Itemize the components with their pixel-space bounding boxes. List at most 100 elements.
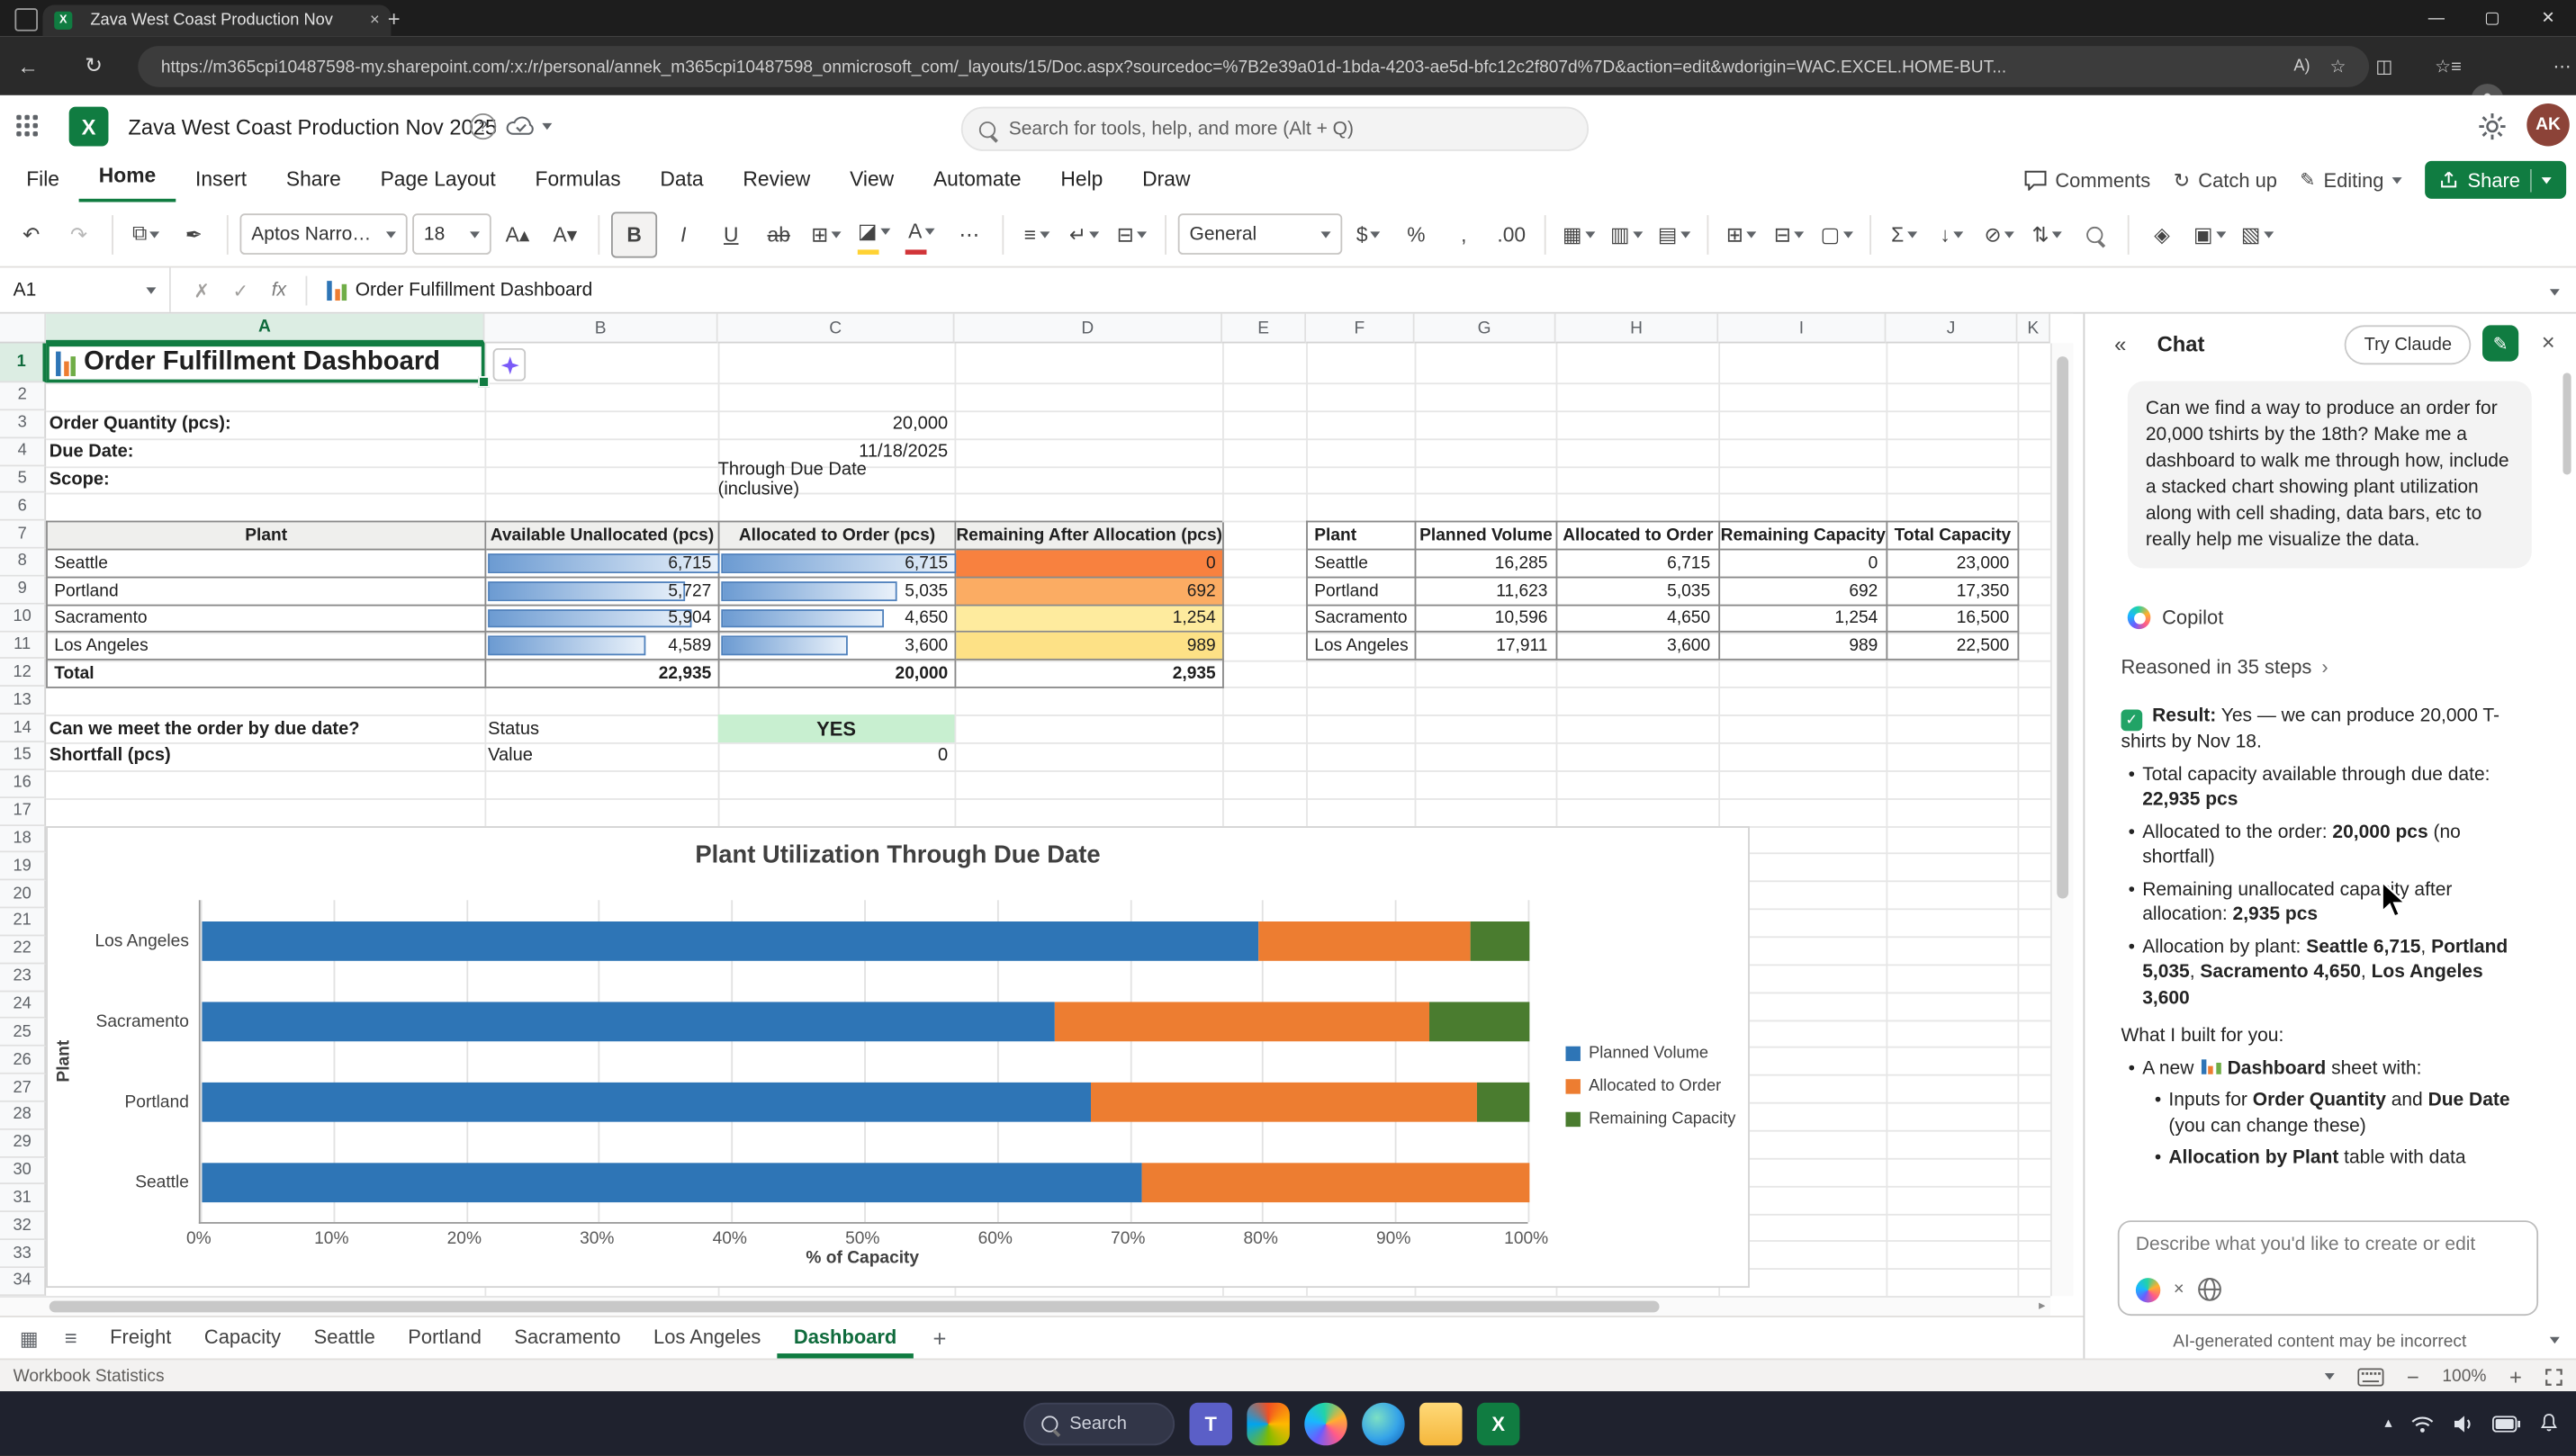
select-all-corner[interactable]	[0, 314, 46, 344]
browser-app-icon[interactable]	[14, 8, 38, 31]
maximize-button[interactable]: ▢	[2464, 0, 2520, 36]
row-header-3[interactable]: 3	[0, 410, 46, 438]
row-header-27[interactable]: 27	[0, 1074, 46, 1102]
sheet-tab-freight[interactable]: Freight	[94, 1317, 188, 1359]
allocated-cell[interactable]: 6,715	[719, 550, 956, 578]
copilot-icon[interactable]	[1304, 1402, 1347, 1444]
borders-button[interactable]: ⊞	[805, 212, 847, 255]
column-header-A[interactable]: A	[46, 314, 484, 344]
remove-context-icon[interactable]: ×	[2174, 1280, 2184, 1299]
remaining-cell[interactable]: 0	[956, 550, 1224, 578]
format-as-table-button[interactable]: ▥	[1605, 212, 1647, 255]
capacity-value-cell[interactable]: 17,350	[1887, 578, 2019, 606]
available-cell[interactable]: 5,727	[486, 578, 719, 606]
sort-filter-button[interactable]: ⇅	[2026, 212, 2068, 255]
column-header-D[interactable]: D	[954, 314, 1222, 344]
copilot-mode-icon[interactable]	[2136, 1277, 2160, 1301]
excel-logo-icon[interactable]: X	[69, 107, 109, 147]
favorites-icon[interactable]: ☆≡	[2435, 55, 2462, 76]
capacity-value-cell[interactable]: 11,623	[1416, 578, 1557, 606]
merge-button[interactable]: ⊟	[1111, 212, 1153, 255]
menu-tab-help[interactable]: Help	[1041, 158, 1123, 201]
column-header-E[interactable]: E	[1222, 314, 1306, 344]
row-header-9[interactable]: 9	[0, 577, 46, 605]
horizontal-scrollbar[interactable]: ▸	[0, 1296, 2050, 1316]
strikethrough-button[interactable]: ab	[757, 212, 799, 255]
menu-tab-share[interactable]: Share	[266, 158, 361, 201]
total-available-cell[interactable]: 22,935	[486, 661, 719, 688]
autosum-button[interactable]: Σ	[1883, 212, 1925, 255]
web-globe-icon[interactable]	[2197, 1276, 2223, 1302]
capacity-value-cell[interactable]: 16,285	[1416, 550, 1557, 578]
redo-button[interactable]: ↷	[58, 212, 100, 255]
capacity-value-cell[interactable]: 4,650	[1557, 606, 1720, 634]
workbook-statistics-button[interactable]: Workbook Statistics	[14, 1366, 165, 1386]
row-header-10[interactable]: 10	[0, 604, 46, 632]
row-header-28[interactable]: 28	[0, 1102, 46, 1130]
increase-font-button[interactable]: A▴	[496, 212, 538, 255]
row-header-17[interactable]: 17	[0, 797, 46, 825]
row-header-26[interactable]: 26	[0, 1047, 46, 1074]
menu-tab-draw[interactable]: Draw	[1122, 158, 1210, 201]
cell-styles-button[interactable]: ▤	[1653, 212, 1695, 255]
taskbar-search[interactable]: Search	[1023, 1402, 1175, 1444]
row-header-12[interactable]: 12	[0, 660, 46, 688]
row-header-15[interactable]: 15	[0, 742, 46, 770]
allocation-header[interactable]: Plant	[48, 522, 486, 550]
column-header-G[interactable]: G	[1415, 314, 1556, 344]
fullscreen-icon[interactable]	[2544, 1368, 2562, 1386]
column-header-I[interactable]: I	[1718, 314, 1886, 344]
file-explorer-icon[interactable]	[1419, 1402, 1462, 1444]
new-chat-button[interactable]: ✎	[2482, 325, 2518, 361]
total-allocated-cell[interactable]: 20,000	[719, 661, 956, 688]
scroll-right-icon[interactable]: ▸	[2039, 1298, 2045, 1312]
row-header-1[interactable]: 1	[0, 343, 46, 382]
format-painter-button[interactable]: ✒	[173, 212, 215, 255]
question-label[interactable]: Can we meet the order by due date?	[50, 715, 360, 742]
capacity-header[interactable]: Total Capacity	[1887, 522, 2019, 550]
back-icon[interactable]: ←	[6, 53, 49, 77]
close-window-button[interactable]: ✕	[2520, 0, 2576, 36]
capacity-header[interactable]: Plant	[1308, 522, 1416, 550]
row-header-6[interactable]: 6	[0, 493, 46, 521]
allocation-header[interactable]: Remaining After Allocation (pcs)	[956, 522, 1224, 550]
row-header-19[interactable]: 19	[0, 853, 46, 881]
align-button[interactable]: ≡	[1015, 212, 1058, 255]
more-font-options-button[interactable]: ⋯	[948, 212, 990, 255]
capacity-value-cell[interactable]: 1,254	[1720, 606, 1887, 634]
decrease-font-button[interactable]: A▾	[544, 212, 586, 255]
dashboard-title-cell[interactable]: Order Fulfillment Dashboard	[56, 346, 440, 380]
row-header-8[interactable]: 8	[0, 549, 46, 577]
row-header-31[interactable]: 31	[0, 1185, 46, 1213]
decimal-button[interactable]: .00	[1491, 212, 1533, 255]
remaining-cell[interactable]: 989	[956, 633, 1224, 661]
row-header-21[interactable]: 21	[0, 908, 46, 936]
teams-icon[interactable]: T	[1190, 1402, 1232, 1444]
plant-cell[interactable]: Portland	[1308, 578, 1416, 606]
row-header-4[interactable]: 4	[0, 438, 46, 466]
plant-cell[interactable]: Portland	[48, 578, 486, 606]
row-header-24[interactable]: 24	[0, 992, 46, 1020]
sheet-tab-portland[interactable]: Portland	[392, 1317, 498, 1359]
capacity-value-cell[interactable]: 6,715	[1557, 550, 1720, 578]
battery-icon[interactable]	[2492, 1415, 2520, 1431]
capacity-header[interactable]: Allocated to Order	[1557, 522, 1720, 550]
menu-tab-insert[interactable]: Insert	[176, 158, 266, 201]
allocated-cell[interactable]: 3,600	[719, 633, 956, 661]
value-label[interactable]: Value	[488, 742, 533, 770]
menu-tab-formulas[interactable]: Formulas	[516, 158, 641, 201]
spreadsheet-grid[interactable]: ABCDEFGHIJK 1234567891011121314151617181…	[0, 314, 2074, 1316]
horizontal-scrollbar-thumb[interactable]	[50, 1301, 1660, 1313]
app-launcher-icon[interactable]	[16, 115, 38, 137]
catch-up-button[interactable]: ↻ Catch up	[2174, 168, 2277, 192]
capacity-value-cell[interactable]: 16,500	[1887, 606, 2019, 634]
row-header-22[interactable]: 22	[0, 936, 46, 964]
row-header-5[interactable]: 5	[0, 466, 46, 494]
view-options-caret-icon[interactable]	[2325, 1373, 2335, 1380]
zoom-level[interactable]: 100%	[2442, 1367, 2486, 1387]
browser-more-icon[interactable]: ⋯	[2553, 55, 2571, 76]
bold-button[interactable]: B	[611, 211, 657, 257]
capacity-header[interactable]: Remaining Capacity	[1720, 522, 1887, 550]
row-header-32[interactable]: 32	[0, 1213, 46, 1241]
start-button[interactable]	[966, 1402, 1008, 1444]
